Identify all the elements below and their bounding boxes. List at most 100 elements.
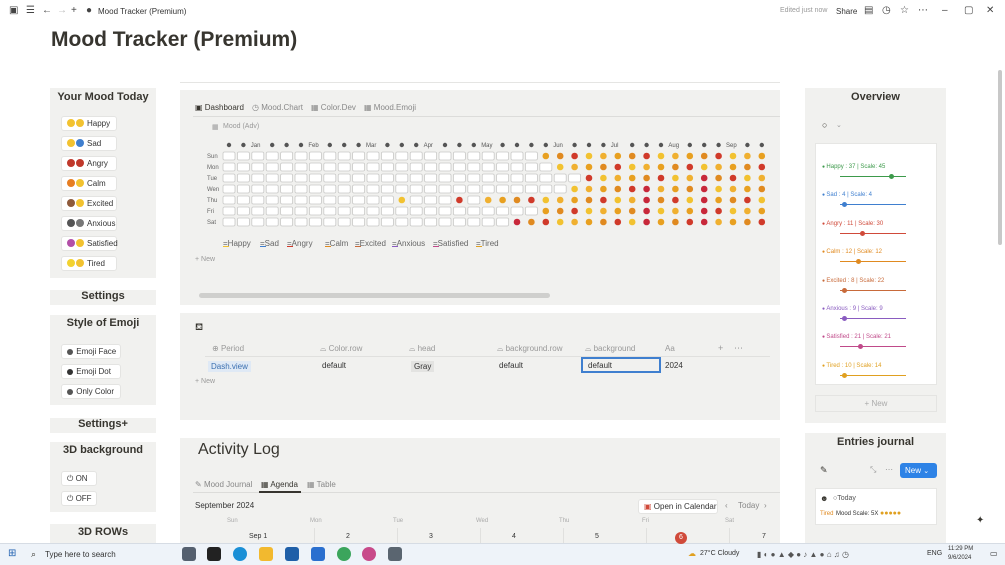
- mood-day-cell[interactable]: [600, 174, 607, 182]
- mood-day-cell[interactable]: [758, 152, 766, 160]
- empty-day-cell[interactable]: [496, 217, 510, 227]
- empty-day-cell[interactable]: [395, 184, 409, 194]
- brush-icon[interactable]: ✎: [820, 465, 828, 476]
- calendar-date[interactable]: 4: [512, 533, 516, 540]
- mood-day-cell[interactable]: [686, 218, 694, 226]
- empty-day-cell[interactable]: [467, 184, 481, 194]
- mood-option-satisfied[interactable]: Satisfied: [61, 236, 118, 251]
- forward-arrow-icon[interactable]: →: [57, 5, 67, 16]
- mood-day-cell[interactable]: [585, 163, 593, 171]
- mood-option-excited[interactable]: Excited: [61, 196, 117, 211]
- taskbar-search[interactable]: Type here to search: [45, 550, 116, 559]
- mood-day-cell[interactable]: [600, 207, 607, 215]
- empty-day-cell[interactable]: [395, 151, 409, 161]
- empty-day-cell[interactable]: [409, 206, 423, 216]
- empty-day-cell[interactable]: [237, 217, 250, 227]
- add-new-row[interactable]: + New: [195, 256, 215, 263]
- empty-day-cell[interactable]: [251, 162, 265, 172]
- empty-day-cell[interactable]: [323, 173, 337, 183]
- mood-day-cell[interactable]: [499, 196, 506, 204]
- empty-day-cell[interactable]: [352, 195, 366, 205]
- overview-item[interactable]: ● Sad : 4 | Scale: 4: [822, 192, 872, 198]
- empty-day-cell[interactable]: [524, 162, 538, 172]
- mood-option-sad[interactable]: Sad: [61, 136, 117, 151]
- empty-day-cell[interactable]: [309, 173, 322, 183]
- plus-icon[interactable]: +: [71, 5, 77, 16]
- empty-day-cell[interactable]: [395, 206, 409, 216]
- mood-day-cell[interactable]: [758, 218, 766, 226]
- mood-day-cell[interactable]: [571, 196, 578, 204]
- column-header[interactable]: ⌓ background: [585, 344, 635, 354]
- mood-day-cell[interactable]: [700, 163, 708, 171]
- table-cell[interactable]: Dash.view: [208, 361, 251, 372]
- overview-slider-knob[interactable]: [841, 372, 847, 378]
- empty-day-cell[interactable]: [496, 173, 510, 183]
- empty-day-cell[interactable]: [222, 206, 236, 216]
- empty-day-cell[interactable]: [524, 184, 538, 194]
- empty-day-cell[interactable]: [409, 184, 423, 194]
- column-header[interactable]: ⌓ background.row: [497, 344, 562, 354]
- empty-day-cell[interactable]: [280, 195, 293, 205]
- empty-day-cell[interactable]: [294, 195, 308, 205]
- mood-day-cell[interactable]: [456, 196, 463, 204]
- mood-day-cell[interactable]: [744, 196, 751, 204]
- overview-item[interactable]: ● Satisfied : 21 | Scale: 21: [822, 334, 891, 340]
- journal-new-button[interactable]: New ⌄: [900, 463, 937, 478]
- empty-day-cell[interactable]: [409, 217, 423, 227]
- mood-day-cell[interactable]: [643, 218, 650, 226]
- column-header[interactable]: ⊕ Period: [212, 344, 244, 353]
- mood-day-cell[interactable]: [628, 185, 636, 193]
- mood-day-cell[interactable]: [643, 196, 650, 204]
- table-cell[interactable]: 2024: [665, 361, 683, 370]
- sparkle-icon[interactable]: ✦: [976, 515, 984, 526]
- mood-day-cell[interactable]: [657, 218, 665, 226]
- mood-day-cell[interactable]: [657, 196, 665, 204]
- empty-day-cell[interactable]: [380, 162, 394, 172]
- empty-day-cell[interactable]: [438, 151, 452, 161]
- mood-day-cell[interactable]: [556, 152, 564, 160]
- mood-day-cell[interactable]: [657, 163, 665, 171]
- table-cell[interactable]: default: [322, 361, 346, 370]
- maximize-icon[interactable]: ▢: [964, 5, 973, 16]
- empty-day-cell[interactable]: [280, 217, 293, 227]
- empty-day-cell[interactable]: [265, 173, 279, 183]
- empty-day-cell[interactable]: [352, 206, 366, 216]
- overview-slider-knob[interactable]: [841, 316, 847, 321]
- tab-dashboard[interactable]: ▣ Dashboard: [195, 103, 244, 112]
- empty-day-cell[interactable]: [352, 184, 366, 194]
- prev-arrow-icon[interactable]: ‹: [725, 501, 728, 510]
- mood-day-cell[interactable]: [672, 196, 679, 204]
- empty-day-cell[interactable]: [452, 151, 466, 161]
- mood-day-cell[interactable]: [758, 163, 766, 171]
- empty-day-cell[interactable]: [467, 217, 481, 227]
- mood-option-calm[interactable]: Calm: [61, 176, 117, 191]
- empty-day-cell[interactable]: [380, 195, 394, 205]
- empty-day-cell[interactable]: [366, 206, 380, 216]
- empty-day-cell[interactable]: [510, 151, 524, 161]
- empty-day-cell[interactable]: [323, 151, 337, 161]
- table-cell[interactable]: default: [588, 361, 612, 370]
- mail-icon[interactable]: [311, 547, 325, 561]
- empty-day-cell[interactable]: [251, 184, 265, 194]
- star-icon[interactable]: ☆: [900, 5, 909, 16]
- mood-day-cell[interactable]: [758, 174, 766, 182]
- empty-day-cell[interactable]: [352, 217, 366, 227]
- settings-gear-icon[interactable]: [388, 547, 402, 561]
- close-icon[interactable]: ✕: [986, 5, 994, 16]
- mood-day-cell[interactable]: [614, 174, 622, 182]
- menu-icon[interactable]: ☰: [26, 5, 35, 16]
- empty-day-cell[interactable]: [467, 173, 481, 183]
- empty-day-cell[interactable]: [309, 217, 322, 227]
- empty-day-cell[interactable]: [251, 151, 265, 161]
- empty-day-cell[interactable]: [380, 173, 394, 183]
- empty-day-cell[interactable]: [452, 184, 466, 194]
- empty-day-cell[interactable]: [452, 162, 466, 172]
- mood-day-cell[interactable]: [585, 185, 593, 193]
- mood-day-cell[interactable]: [643, 174, 650, 182]
- mood-day-cell[interactable]: [715, 207, 722, 215]
- mood-day-cell[interactable]: [729, 218, 737, 226]
- mood-day-cell[interactable]: [700, 185, 708, 193]
- empty-day-cell[interactable]: [352, 162, 366, 172]
- calendar-date[interactable]: 5: [595, 533, 599, 540]
- emoji-face-button[interactable]: Emoji Face: [61, 344, 121, 359]
